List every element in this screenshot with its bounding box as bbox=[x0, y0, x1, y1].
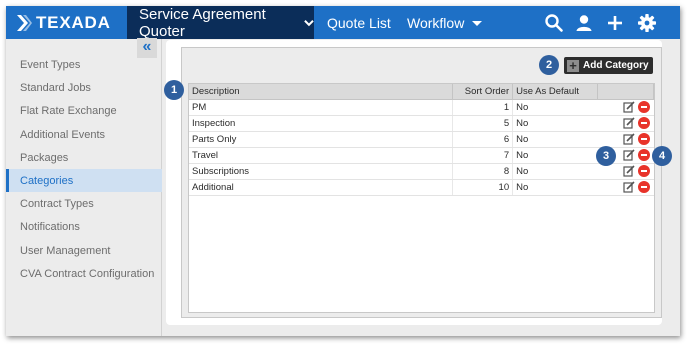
cell-use-as-default: No bbox=[512, 179, 598, 196]
nav-workflow[interactable]: Workflow bbox=[407, 6, 483, 39]
table-row[interactable]: PM 1 No bbox=[189, 99, 654, 116]
sidebar-item-flat-rate-exchange[interactable]: Flat Rate Exchange bbox=[6, 99, 162, 122]
edit-icon[interactable] bbox=[622, 165, 635, 177]
sidebar-item-additional-events[interactable]: Additional Events bbox=[6, 123, 162, 146]
search-icon[interactable] bbox=[544, 13, 564, 33]
sidebar-item-label: Categories bbox=[20, 174, 74, 187]
cell-sort-order: 1 bbox=[452, 99, 514, 116]
sidebar-item-label: Additional Events bbox=[20, 128, 105, 141]
plus-icon[interactable] bbox=[605, 13, 625, 33]
callout-badge-3: 3 bbox=[596, 146, 616, 166]
cell-use-as-default: No bbox=[512, 163, 598, 180]
cell-use-as-default: No bbox=[512, 115, 598, 132]
delete-icon[interactable] bbox=[637, 165, 650, 177]
logo-mark-icon bbox=[17, 15, 32, 31]
cell-sort-order: 10 bbox=[452, 179, 514, 196]
column-header-sort-order[interactable]: Sort Order bbox=[452, 84, 514, 100]
cell-description: Parts Only bbox=[189, 131, 454, 148]
sidebar-item-label: Flat Rate Exchange bbox=[20, 104, 117, 117]
edit-icon[interactable] bbox=[622, 149, 635, 161]
edit-icon[interactable] bbox=[622, 181, 635, 193]
sidebar-item-notifications[interactable]: Notifications bbox=[6, 215, 162, 238]
cell-description: Inspection bbox=[189, 115, 454, 132]
callout-badge-4: 4 bbox=[652, 146, 672, 166]
cell-sort-order: 7 bbox=[452, 147, 514, 164]
nav-active-label: Service Agreement Quoter bbox=[139, 6, 266, 40]
row-actions bbox=[597, 99, 654, 116]
sidebar: Event Types Standard Jobs Flat Rate Exch… bbox=[6, 39, 162, 336]
collapse-sidebar-button[interactable]: « bbox=[137, 38, 157, 58]
sidebar-item-label: Contract Types bbox=[20, 197, 94, 210]
row-actions bbox=[597, 179, 654, 196]
sidebar-item-label: Event Types bbox=[20, 58, 81, 71]
cell-use-as-default: No bbox=[512, 99, 598, 116]
cell-sort-order: 6 bbox=[452, 131, 514, 148]
sidebar-item-user-management[interactable]: User Management bbox=[6, 239, 162, 262]
sidebar-item-label: Notifications bbox=[20, 220, 80, 233]
row-actions bbox=[597, 115, 654, 132]
texada-logo[interactable]: TEXADA bbox=[16, 12, 111, 34]
caret-down-icon bbox=[472, 21, 483, 26]
table-header-row: Description Sort Order Use As Default bbox=[189, 84, 654, 100]
sidebar-item-contract-types[interactable]: Contract Types bbox=[6, 192, 162, 215]
row-actions bbox=[597, 131, 654, 148]
cell-use-as-default: No bbox=[512, 131, 598, 148]
callout-badge-2: 2 bbox=[539, 55, 559, 75]
edit-icon[interactable] bbox=[622, 101, 635, 113]
brand-name: TEXADA bbox=[36, 13, 111, 32]
sidebar-item-label: User Management bbox=[20, 244, 111, 257]
cell-use-as-default: No bbox=[512, 147, 598, 164]
table-row[interactable]: Additional 10 No bbox=[189, 179, 654, 196]
cell-description: PM bbox=[189, 99, 454, 116]
sidebar-item-label: Packages bbox=[20, 151, 69, 164]
sidebar-item-cva-contract-configuration[interactable]: CVA Contract Configuration bbox=[6, 262, 162, 285]
plus-icon: + bbox=[567, 59, 579, 72]
sidebar-item-label: CVA Contract Configuration bbox=[20, 267, 155, 280]
delete-icon[interactable] bbox=[637, 101, 650, 113]
table-row[interactable]: Parts Only 6 No bbox=[189, 131, 654, 148]
nav-workflow-label: Workflow bbox=[407, 14, 465, 31]
edit-icon[interactable] bbox=[622, 133, 635, 145]
cell-description: Travel bbox=[189, 147, 454, 164]
nav-quote-list[interactable]: Quote List bbox=[327, 6, 391, 39]
gear-icon[interactable] bbox=[637, 13, 657, 33]
cell-description: Additional bbox=[189, 179, 454, 196]
nav-quote-list-label: Quote List bbox=[327, 14, 391, 31]
sidebar-item-categories[interactable]: Categories bbox=[6, 169, 162, 192]
delete-icon[interactable] bbox=[637, 149, 650, 161]
column-header-description[interactable]: Description bbox=[189, 84, 454, 100]
top-nav-bar: TEXADA Service Agreement Quoter Quote Li… bbox=[6, 6, 680, 40]
cell-sort-order: 5 bbox=[452, 115, 514, 132]
sidebar-item-packages[interactable]: Packages bbox=[6, 146, 162, 169]
delete-icon[interactable] bbox=[637, 117, 650, 129]
sidebar-item-label: Standard Jobs bbox=[20, 81, 91, 94]
column-header-actions bbox=[597, 84, 654, 100]
sidebar-item-standard-jobs[interactable]: Standard Jobs bbox=[6, 76, 162, 99]
delete-icon[interactable] bbox=[637, 181, 650, 193]
edit-icon[interactable] bbox=[622, 117, 635, 129]
chevron-down-icon bbox=[304, 19, 314, 26]
callout-badge-1: 1 bbox=[164, 80, 184, 100]
cell-sort-order: 8 bbox=[452, 163, 514, 180]
add-category-label: Add Category bbox=[583, 60, 649, 71]
column-header-use-as-default[interactable]: Use As Default bbox=[512, 84, 599, 100]
categories-table: Description Sort Order Use As Default PM… bbox=[189, 84, 654, 196]
double-chevron-left-icon: « bbox=[142, 38, 152, 55]
nav-service-agreement-quoter[interactable]: Service Agreement Quoter bbox=[127, 6, 314, 40]
table-row[interactable]: Travel 7 No bbox=[189, 147, 654, 164]
table-row[interactable]: Subscriptions 8 No bbox=[189, 163, 654, 180]
add-category-button[interactable]: + Add Category bbox=[564, 57, 653, 74]
delete-icon[interactable] bbox=[637, 133, 650, 145]
user-icon[interactable] bbox=[574, 13, 594, 33]
cell-description: Subscriptions bbox=[189, 163, 454, 180]
table-row[interactable]: Inspection 5 No bbox=[189, 115, 654, 132]
